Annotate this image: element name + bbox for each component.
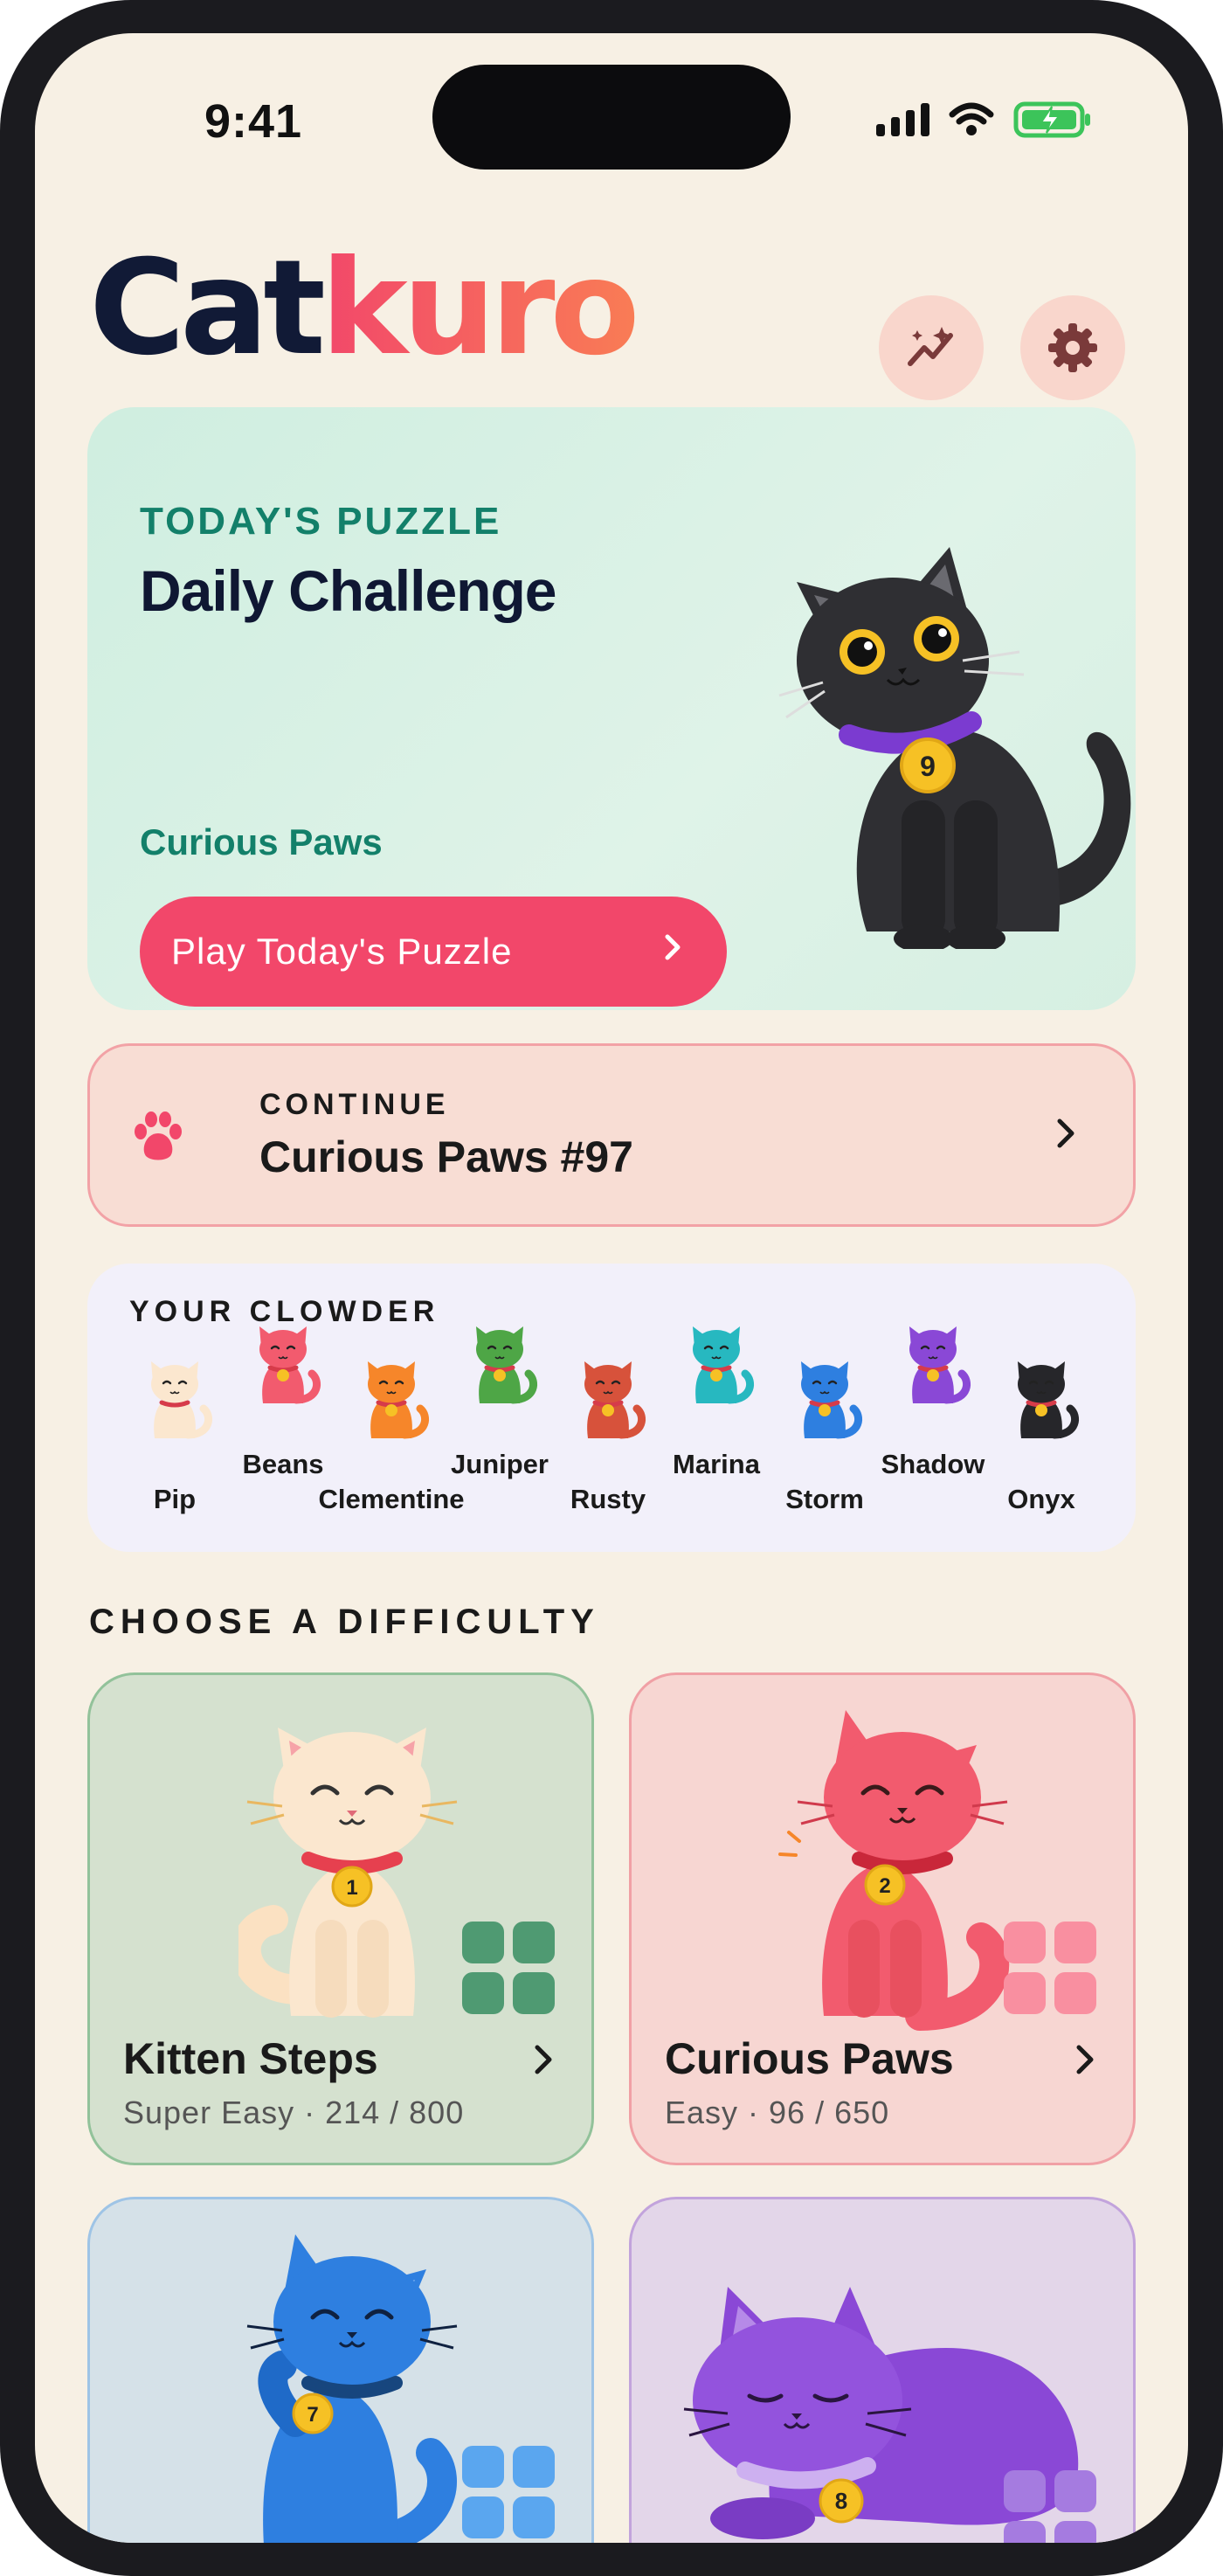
clowder-cat-name: Marina bbox=[673, 1449, 760, 1479]
daily-cat-tag: 9 bbox=[920, 751, 936, 782]
cat-tag: 2 bbox=[879, 1874, 890, 1898]
difficulty-card-kitten-steps[interactable]: 1 Kitten Steps Super Easy · 214 / 800 bbox=[87, 1672, 594, 2165]
cream-cat-illustration: 1 bbox=[238, 1728, 458, 2018]
app-screen: 9:41 Catkuro TODAY'S PUZZLE Daily Challe… bbox=[35, 33, 1188, 2543]
grid-icon bbox=[462, 1922, 555, 2014]
sparkline-stats-icon bbox=[908, 327, 953, 366]
difficulty-name: Curious Paws bbox=[665, 2034, 954, 2083]
difficulty-progress: Super Easy · 214 / 800 bbox=[123, 2095, 465, 2130]
clowder-card: YOUR CLOWDER Pip Beans Clementine Juniper Ru… bbox=[87, 1264, 1136, 1552]
chevron-right-icon bbox=[1057, 1118, 1074, 1148]
difficulty-card-blue[interactable]: 7 bbox=[87, 2197, 594, 2543]
continue-label: CONTINUE bbox=[259, 1088, 450, 1121]
clowder-cat-onyx[interactable] bbox=[1002, 1354, 1081, 1442]
difficulty-card-curious-paws[interactable]: 2 Curious Paws Easy · 96 / 650 bbox=[629, 1672, 1136, 2165]
chevron-right-icon bbox=[665, 934, 681, 960]
difficulty-name: Kitten Steps bbox=[123, 2034, 378, 2083]
clowder-cat-juniper[interactable] bbox=[460, 1319, 539, 1407]
clowder-cat-name: Clementine bbox=[318, 1484, 465, 1514]
difficulty-progress: Easy · 96 / 650 bbox=[665, 2095, 890, 2130]
gear-icon bbox=[1048, 323, 1097, 372]
paw-icon bbox=[135, 1111, 182, 1160]
grid-icon bbox=[1004, 1922, 1096, 2014]
blue-cat-illustration: 7 bbox=[246, 2234, 458, 2543]
logo-text-cat: Cat bbox=[89, 232, 326, 384]
daily-eyebrow: TODAY'S PUZZLE bbox=[140, 500, 502, 543]
clowder-cat-storm[interactable] bbox=[785, 1354, 864, 1442]
daily-difficulty: Curious Paws bbox=[140, 821, 383, 862]
black-cat-illustration: 9 bbox=[778, 547, 1131, 949]
pink-cat-illustration: 2 bbox=[778, 1710, 1010, 2031]
daily-challenge-card: TODAY'S PUZZLE Daily Challenge Curious P… bbox=[87, 407, 1136, 1010]
chevron-right-icon bbox=[535, 2045, 552, 2074]
cat-tag: 7 bbox=[307, 2403, 318, 2427]
cat-tag: 8 bbox=[835, 2488, 847, 2514]
logo-text-kuro: kuro bbox=[321, 232, 640, 384]
difficulty-card-purple[interactable]: 8 bbox=[629, 2197, 1136, 2543]
clowder-cat-name: Pip bbox=[153, 1484, 197, 1514]
difficulty-section-title: CHOOSE A DIFFICULTY bbox=[89, 1603, 600, 1641]
clowder-cat-name: Onyx bbox=[1007, 1484, 1075, 1514]
clowder-cat-marina[interactable] bbox=[677, 1319, 756, 1407]
status-icons bbox=[876, 101, 1092, 138]
battery-charging-icon bbox=[1013, 101, 1090, 138]
chevron-right-icon bbox=[1076, 2045, 1094, 2074]
cat-tag: 1 bbox=[346, 1876, 357, 1900]
clowder-cat-name: Juniper bbox=[451, 1449, 549, 1479]
clowder-cat-name: Shadow bbox=[881, 1449, 985, 1479]
dynamic-island bbox=[432, 65, 791, 170]
clowder-cat-name: Rusty bbox=[570, 1484, 646, 1514]
grid-icon bbox=[1004, 2470, 1096, 2543]
app-logo: Catkuro bbox=[89, 243, 640, 374]
cellular-signal-icon bbox=[876, 103, 929, 136]
phone-frame: 9:41 Catkuro TODAY'S PUZZLE Daily Challe… bbox=[0, 0, 1223, 2576]
clowder-cat-name: Storm bbox=[785, 1484, 864, 1514]
clowder-cat-rusty[interactable] bbox=[569, 1354, 647, 1442]
continue-puzzle-name: Curious Paws #97 bbox=[259, 1132, 633, 1181]
settings-button[interactable] bbox=[1020, 295, 1125, 400]
daily-title: Daily Challenge bbox=[140, 558, 556, 623]
grid-icon bbox=[462, 2446, 555, 2538]
clowder-cat-name: Beans bbox=[242, 1449, 324, 1479]
stats-button[interactable] bbox=[879, 295, 984, 400]
wifi-icon bbox=[949, 102, 994, 135]
continue-card[interactable]: CONTINUE Curious Paws #97 bbox=[87, 1043, 1136, 1227]
clowder-cat-pip[interactable] bbox=[135, 1354, 214, 1442]
clowder-cat-clementine[interactable] bbox=[352, 1354, 431, 1442]
play-button-label: Play Today's Puzzle bbox=[171, 931, 513, 972]
status-time: 9:41 bbox=[204, 95, 303, 148]
play-todays-puzzle-button[interactable]: Play Today's Puzzle bbox=[140, 897, 727, 1007]
clowder-cat-beans[interactable] bbox=[244, 1319, 322, 1407]
clowder-cat-shadow[interactable] bbox=[894, 1319, 972, 1407]
